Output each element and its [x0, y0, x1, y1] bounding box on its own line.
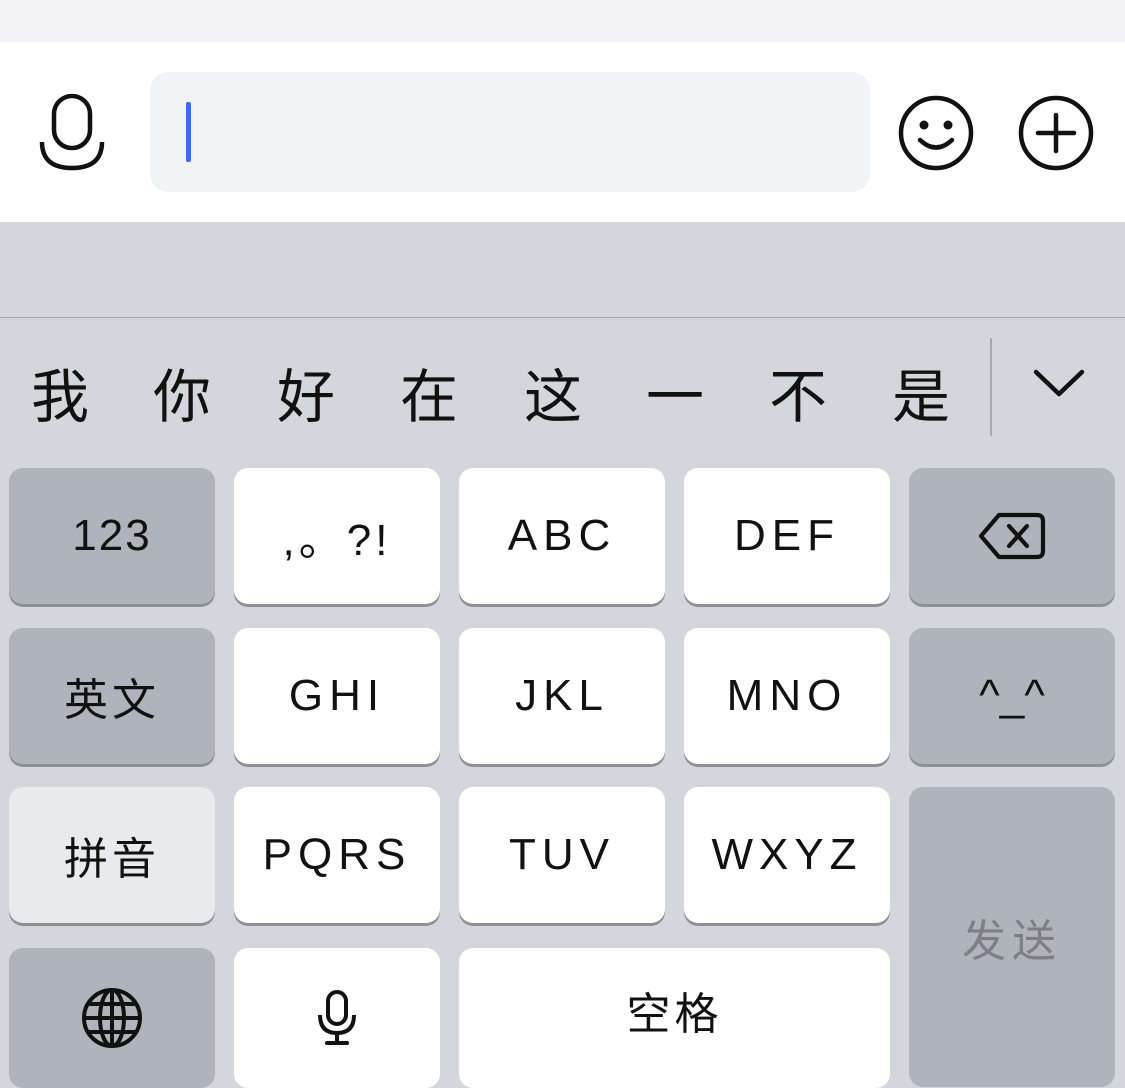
smiley-face-icon[interactable]	[898, 95, 974, 171]
delete-key[interactable]	[909, 468, 1115, 604]
pinyin-key[interactable]: 拼音	[9, 787, 215, 923]
pinyin-key-label: 拼音	[64, 834, 160, 885]
top-strip	[0, 0, 1125, 42]
def-key-label: DEF	[734, 511, 840, 560]
jkl-key[interactable]: JKL	[459, 628, 665, 764]
candidate-word[interactable]: 不	[763, 362, 833, 432]
tuv-key-label: TUV	[509, 830, 615, 879]
emoticon-key[interactable]: ^_^	[909, 628, 1115, 764]
def-key[interactable]: DEF	[684, 468, 890, 604]
chevron-down-icon[interactable]	[1030, 362, 1088, 402]
punctuation-key[interactable]: ,。?!	[234, 468, 440, 604]
ghi-key-label: GHI	[288, 671, 386, 720]
abc-key-label: ABC	[507, 511, 617, 560]
divider	[0, 317, 1125, 318]
wxyz-key-label: WXYZ	[711, 830, 863, 879]
text-caret	[186, 102, 191, 162]
globe-key[interactable]	[9, 948, 215, 1088]
send-key[interactable]: 发送	[909, 787, 1115, 1087]
english-key[interactable]: 英文	[9, 628, 215, 764]
emoticon-key-label: ^_^	[979, 671, 1045, 720]
candidate-word[interactable]: 一	[640, 362, 710, 432]
wxyz-key[interactable]: WXYZ	[684, 787, 890, 923]
english-key-label: 英文	[64, 675, 160, 726]
dictation-key[interactable]	[234, 948, 440, 1088]
mno-key-label: MNO	[726, 671, 848, 720]
candidate-word[interactable]: 这	[518, 362, 588, 432]
space-key[interactable]: 空格	[459, 948, 890, 1088]
pqrs-key[interactable]: PQRS	[234, 787, 440, 923]
numbers-key[interactable]: 123	[9, 468, 215, 604]
globe-icon	[82, 988, 142, 1048]
numbers-key-label: 123	[72, 511, 152, 560]
microphone-outline-icon[interactable]	[38, 92, 106, 172]
message-input[interactable]	[150, 72, 870, 192]
candidate-separator	[990, 338, 992, 436]
tuv-key[interactable]: TUV	[459, 787, 665, 923]
punctuation-key-label: ,。?!	[282, 516, 392, 565]
candidate-word[interactable]: 是	[886, 362, 956, 432]
candidate-word[interactable]: 在	[394, 362, 464, 432]
candidate-word[interactable]: 我	[25, 362, 95, 432]
abc-key[interactable]: ABC	[459, 468, 665, 604]
candidate-word[interactable]: 你	[147, 362, 217, 432]
plus-circle-icon[interactable]	[1018, 95, 1094, 171]
candidate-word[interactable]: 好	[271, 362, 341, 432]
jkl-key-label: JKL	[515, 671, 609, 720]
ghi-key[interactable]: GHI	[234, 628, 440, 764]
backspace-icon	[978, 512, 1046, 560]
message-input-bar	[0, 42, 1125, 222]
send-key-label: 发送	[962, 916, 1062, 967]
mno-key[interactable]: MNO	[684, 628, 890, 764]
microphone-icon	[318, 990, 356, 1045]
keyboard-toolbar-area	[0, 222, 1125, 317]
pqrs-key-label: PQRS	[262, 830, 412, 879]
space-key-label: 空格	[626, 989, 723, 1040]
